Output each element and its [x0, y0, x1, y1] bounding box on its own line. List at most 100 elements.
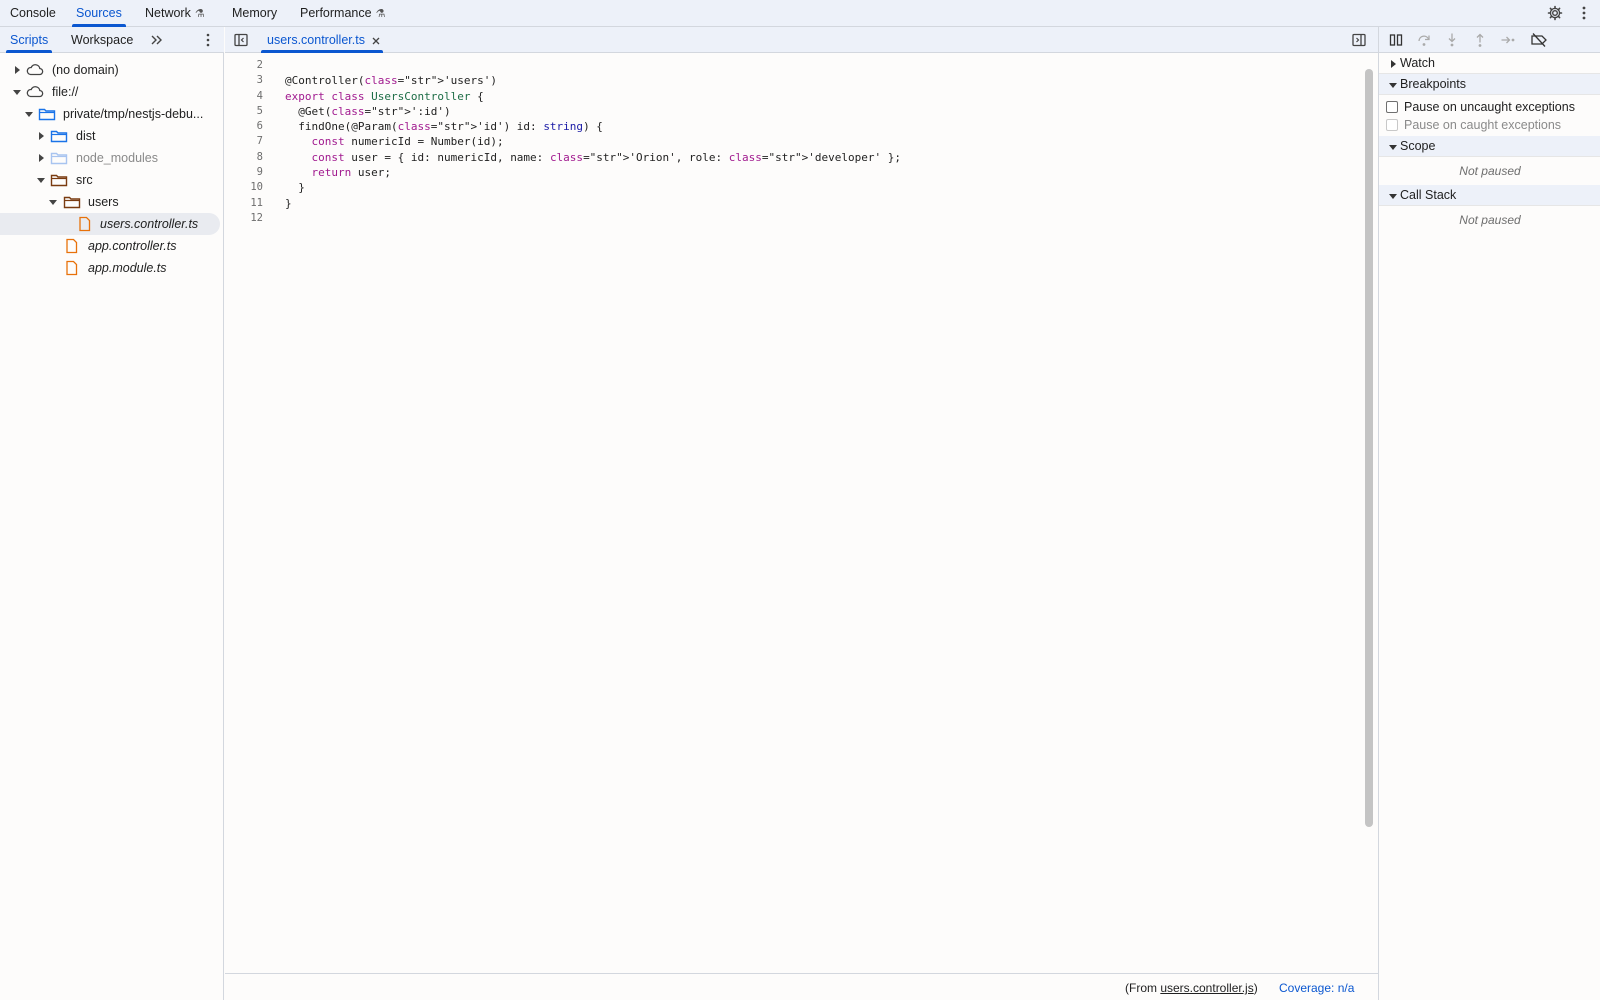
pause-resume-icon[interactable]	[1387, 31, 1405, 49]
scope-not-paused: Not paused	[1459, 164, 1521, 178]
coverage-status[interactable]: Coverage: n/a	[1279, 981, 1354, 995]
tab-memory-label: Memory	[232, 6, 278, 20]
step-icon[interactable]	[1499, 31, 1517, 49]
open-file-label: users.controller.ts	[267, 33, 365, 47]
pause-uncaught-label: Pause on uncaught exceptions	[1404, 100, 1575, 114]
tree-item-dist[interactable]: dist	[0, 125, 224, 147]
triangle-down-icon[interactable]	[24, 103, 34, 125]
code-line: 8 const user = { id: numericId, name: cl…	[225, 150, 1360, 165]
step-into-icon[interactable]	[1443, 31, 1461, 49]
tab-scripts-label: Scripts	[10, 33, 49, 47]
tree-item-users-controller[interactable]: users.controller.ts	[0, 213, 220, 235]
navigator-menu-icon[interactable]	[200, 32, 216, 48]
triangle-down-icon[interactable]	[12, 81, 22, 103]
tree-item-no-domain[interactable]: (no domain)	[0, 59, 224, 81]
tab-workspace[interactable]: Workspace	[71, 27, 133, 53]
tree-item-users[interactable]: users	[0, 191, 224, 213]
tree-item-file-scheme[interactable]: file://	[0, 81, 224, 103]
code-line: 3 @Controller(class="str">'users')	[225, 73, 1360, 88]
tree-item-src[interactable]: src	[0, 169, 224, 191]
debugger-toolbar	[1379, 27, 1600, 53]
pause-uncaught-checkbox[interactable]	[1386, 101, 1398, 113]
code-line: 6 findOne(@Param(class="str">'id') id: s…	[225, 119, 1360, 134]
breakpoints-section-header[interactable]: Breakpoints	[1379, 74, 1600, 95]
tree-item-label: users	[88, 195, 119, 209]
tab-sources-label: Sources	[76, 6, 122, 20]
editor-tab-bar: users.controller.ts	[225, 27, 1378, 53]
close-icon[interactable]	[371, 35, 381, 45]
line-number[interactable]: 5	[225, 104, 263, 119]
tree-item-app-controller[interactable]: app.controller.ts	[0, 235, 224, 257]
pause-caught-label: Pause on caught exceptions	[1404, 118, 1562, 132]
settings-gear-icon[interactable]	[1547, 5, 1563, 21]
folder-icon	[50, 128, 68, 144]
editor-scrollbar-thumb[interactable]	[1365, 69, 1373, 827]
triangle-down-icon[interactable]	[36, 169, 46, 191]
chevron-double-right-icon[interactable]	[148, 32, 164, 48]
panel-right-icon[interactable]	[1351, 32, 1367, 48]
code-text: @Get(class="str">':id')	[285, 104, 451, 118]
code-line: 9 return user;	[225, 165, 1360, 180]
tree-item-label: node_modules	[76, 151, 159, 165]
pause-caught-checkbox	[1386, 119, 1398, 131]
more-vertical-icon[interactable]	[1576, 5, 1592, 21]
folder-icon	[50, 150, 68, 166]
tree-item-label: (no domain)	[52, 63, 119, 77]
code-line: 2	[225, 58, 1360, 73]
cloud-icon	[26, 84, 44, 100]
tab-performance-label: Performance	[300, 6, 372, 20]
line-number[interactable]: 2	[225, 58, 263, 73]
experiment-flask-icon: ⚗	[375, 8, 386, 20]
code-text: }	[285, 196, 292, 210]
line-number[interactable]: 12	[225, 211, 263, 226]
line-number[interactable]: 4	[225, 89, 263, 104]
tab-scripts[interactable]: Scripts	[5, 27, 53, 53]
navigator-pane: Scripts Workspace (no domain) file:// pr…	[0, 27, 224, 1000]
from-prefix: (From	[1125, 981, 1161, 995]
code-text: @Controller(class="str">'users')	[285, 74, 497, 88]
line-number[interactable]: 11	[225, 196, 263, 211]
deactivate-breakpoints-icon[interactable]	[1530, 31, 1548, 49]
line-number[interactable]: 10	[225, 180, 263, 195]
triangle-right-icon[interactable]	[36, 147, 46, 169]
pause-caught-row: Pause on caught exceptions	[1379, 116, 1600, 134]
tree-item-app-module[interactable]: app.module.ts	[0, 257, 224, 279]
tree-item-label: src	[76, 173, 93, 187]
tree-item-label: dist	[76, 129, 96, 143]
call-stack-not-paused: Not paused	[1459, 213, 1521, 227]
cloud-icon	[26, 62, 44, 78]
scope-section-header[interactable]: Scope	[1379, 136, 1600, 157]
pause-uncaught-row[interactable]: Pause on uncaught exceptions	[1379, 98, 1600, 116]
tab-sources[interactable]: Sources	[72, 0, 126, 27]
tree-item-node-modules[interactable]: node_modules	[0, 147, 224, 169]
step-over-icon[interactable]	[1415, 31, 1433, 49]
watch-section-header[interactable]: Watch	[1379, 53, 1600, 74]
triangle-down-icon	[1388, 136, 1398, 157]
tab-console[interactable]: Console	[10, 0, 56, 27]
line-number[interactable]: 9	[225, 165, 263, 180]
line-number[interactable]: 8	[225, 150, 263, 165]
call-stack-title: Call Stack	[1400, 188, 1457, 202]
triangle-right-icon[interactable]	[12, 59, 22, 81]
tab-memory[interactable]: Memory	[232, 0, 277, 27]
triangle-right-icon[interactable]	[36, 125, 46, 147]
file-icon	[63, 238, 81, 254]
tree-item-folder-root[interactable]: private/tmp/nestjs-debu...	[0, 103, 224, 125]
editor-status-bar: (From users.controller.js) Coverage: n/a	[225, 973, 1378, 1000]
line-number[interactable]: 7	[225, 134, 263, 149]
tab-performance[interactable]: Performance ⚗	[300, 0, 385, 27]
line-number[interactable]: 6	[225, 119, 263, 134]
line-number[interactable]: 3	[225, 73, 263, 88]
source-map-link[interactable]: users.controller.js	[1160, 981, 1253, 995]
step-out-icon[interactable]	[1471, 31, 1489, 49]
code-editor[interactable]: 2 3 @Controller(class="str">'users') 4 exp…	[225, 54, 1360, 974]
call-stack-section-header[interactable]: Call Stack	[1379, 185, 1600, 206]
panel-left-icon[interactable]	[233, 32, 249, 48]
tab-network[interactable]: Network ⚗	[145, 0, 205, 27]
code-line: 4 export class UsersController {	[225, 89, 1360, 104]
tree-item-label: private/tmp/nestjs-debu...	[63, 107, 204, 121]
tab-users-controller[interactable]: users.controller.ts	[261, 27, 383, 53]
tree-item-label: users.controller.ts	[100, 217, 199, 231]
triangle-down-icon[interactable]	[48, 191, 58, 213]
tab-console-label: Console	[10, 6, 56, 20]
